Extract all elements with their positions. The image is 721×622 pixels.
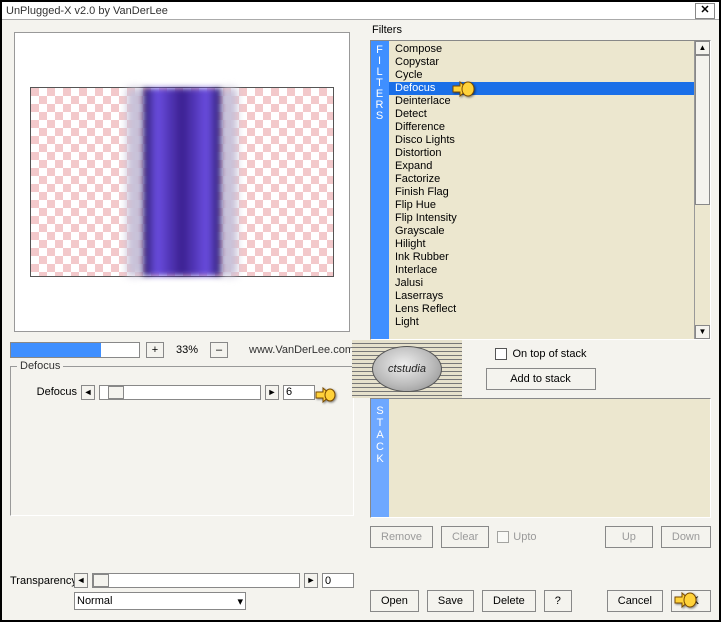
scroll-down-icon[interactable]: ▼ xyxy=(695,325,710,339)
filter-item[interactable]: Light xyxy=(389,316,694,329)
defocus-incr[interactable]: ► xyxy=(265,385,279,400)
up-button[interactable]: Up xyxy=(605,526,653,548)
blend-mode-value: Normal xyxy=(77,595,112,607)
zoom-percent: 33% xyxy=(170,344,204,356)
filter-item[interactable]: Finish Flag xyxy=(389,186,694,199)
window-title: UnPlugged-X v2.0 by VanDerLee xyxy=(6,5,695,17)
chevron-down-icon: ▾ xyxy=(237,595,243,608)
filter-item[interactable]: Lens Reflect xyxy=(389,303,694,316)
remove-button[interactable]: Remove xyxy=(370,526,433,548)
filter-item[interactable]: Difference xyxy=(389,121,694,134)
upto-checkbox[interactable] xyxy=(497,531,509,543)
zoom-in-button[interactable]: + xyxy=(146,342,164,358)
filter-item[interactable]: Copystar xyxy=(389,56,694,69)
filter-item[interactable]: Hilight xyxy=(389,238,694,251)
defocus-value-input[interactable] xyxy=(283,385,315,400)
ok-button[interactable]: OK xyxy=(671,590,711,612)
filter-item[interactable]: Grayscale xyxy=(389,225,694,238)
filter-item[interactable]: Interlace xyxy=(389,264,694,277)
vendor-url: www.VanDerLee.com xyxy=(249,344,354,356)
open-button[interactable]: Open xyxy=(370,590,419,612)
close-button[interactable]: ✕ xyxy=(695,3,715,19)
clear-button[interactable]: Clear xyxy=(441,526,489,548)
defocus-group-title: Defocus xyxy=(17,360,63,372)
help-button[interactable]: ? xyxy=(544,590,572,612)
upto-label: Upto xyxy=(513,531,536,543)
ontop-checkbox[interactable] xyxy=(495,348,507,360)
transparency-label: Transparency xyxy=(10,575,70,587)
filters-heading: Filters xyxy=(372,24,402,36)
delete-button[interactable]: Delete xyxy=(482,590,536,612)
zoom-out-button[interactable]: – xyxy=(210,342,228,358)
filter-item[interactable]: Flip Hue xyxy=(389,199,694,212)
filter-item[interactable]: Disco Lights xyxy=(389,134,694,147)
stack-tab[interactable]: STACK xyxy=(371,399,389,517)
filter-item[interactable]: Expand xyxy=(389,160,694,173)
preview-image xyxy=(30,87,334,277)
filter-item[interactable]: Laserrays xyxy=(389,290,694,303)
ontop-label: On top of stack xyxy=(513,348,587,360)
filter-item[interactable]: Factorize xyxy=(389,173,694,186)
scroll-up-icon[interactable]: ▲ xyxy=(695,41,710,55)
filters-scrollbar[interactable]: ▲ ▼ xyxy=(694,41,710,339)
defocus-decr[interactable]: ◄ xyxy=(81,385,95,400)
defocus-group: Defocus Defocus ◄ ► xyxy=(10,366,354,516)
cancel-button[interactable]: Cancel xyxy=(607,590,663,612)
transparency-value-input[interactable] xyxy=(322,573,354,588)
filters-tab[interactable]: FILTERS xyxy=(371,41,389,339)
filter-item[interactable]: Defocus xyxy=(389,82,694,95)
filter-item[interactable]: Compose xyxy=(389,43,694,56)
defocus-label: Defocus xyxy=(17,386,77,398)
save-button[interactable]: Save xyxy=(427,590,474,612)
defocus-slider[interactable] xyxy=(99,385,261,400)
filter-item[interactable]: Jalusi xyxy=(389,277,694,290)
preview-frame xyxy=(14,32,350,332)
stack-listbox: STACK xyxy=(370,398,711,518)
zoom-bar[interactable] xyxy=(10,342,140,358)
filter-item[interactable]: Distortion xyxy=(389,147,694,160)
filter-item[interactable]: Detect xyxy=(389,108,694,121)
transparency-incr[interactable]: ► xyxy=(304,573,318,588)
filter-item[interactable]: Flip Intensity xyxy=(389,212,694,225)
filter-item[interactable]: Cycle xyxy=(389,69,694,82)
filters-listbox: FILTERS ComposeCopystarCycleDefocusDeint… xyxy=(370,40,711,340)
transparency-slider[interactable] xyxy=(92,573,300,588)
vendor-logo: ctstudia xyxy=(352,340,462,398)
blend-mode-select[interactable]: Normal ▾ xyxy=(74,592,246,610)
filter-item[interactable]: Ink Rubber xyxy=(389,251,694,264)
down-button[interactable]: Down xyxy=(661,526,711,548)
add-to-stack-button[interactable]: Add to stack xyxy=(486,368,596,390)
transparency-decr[interactable]: ◄ xyxy=(74,573,88,588)
pointer-icon xyxy=(313,383,341,405)
filter-item[interactable]: Deinterlace xyxy=(389,95,694,108)
titlebar: UnPlugged-X v2.0 by VanDerLee ✕ xyxy=(2,2,719,20)
